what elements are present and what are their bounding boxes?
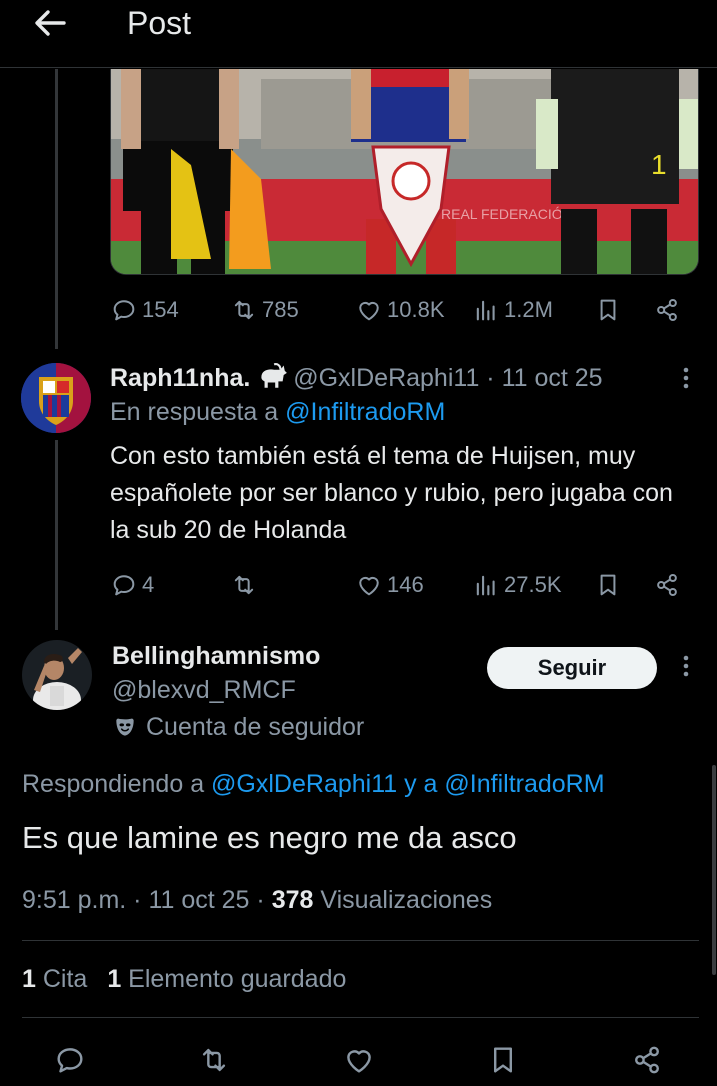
reply-date[interactable]: 11 oct 25 [502, 364, 603, 392]
svg-text:1: 1 [651, 149, 667, 180]
views-icon [476, 300, 495, 321]
views-count: 1.2M [504, 297, 553, 322]
fan-account-label: Cuenta de seguidor [146, 712, 365, 741]
original-action-bar: 154 785 10.8K 1.2M [0, 290, 717, 330]
repost-icon [202, 1048, 226, 1072]
like-icon [359, 577, 379, 596]
page-title: Post [127, 5, 192, 41]
share-icon [657, 298, 677, 322]
share-button[interactable] [625, 1038, 669, 1082]
svg-text:REAL FEDERACIÓN: REAL FEDERACIÓN [441, 206, 573, 222]
post-stats: 1 Cita 1 Elemento guardado [22, 961, 346, 997]
share-button[interactable] [653, 290, 681, 330]
reply-button[interactable]: 4 [110, 565, 154, 605]
main-more-button[interactable] [676, 652, 696, 688]
repost-count: 785 [262, 297, 299, 322]
reply-author-handle[interactable]: @GxlDeRaphi11 [293, 364, 479, 392]
main-author-name[interactable]: Bellinghamnismo [112, 640, 320, 672]
views-count: 378 [271, 886, 314, 914]
more-icon [683, 655, 689, 677]
reply-author-avatar[interactable] [21, 363, 91, 433]
like-icon [347, 1050, 371, 1073]
reply-icon [113, 300, 135, 321]
repost-button[interactable] [230, 565, 258, 605]
bookmark-button[interactable] [594, 565, 622, 605]
bookmark-icon [600, 299, 616, 321]
views-button[interactable]: 1.2M [472, 290, 553, 330]
top-bar: Post [0, 0, 717, 68]
share-icon [657, 573, 677, 597]
reply-context: En respuesta a @InfiltradoRM [110, 398, 446, 426]
reply-button[interactable]: 154 [110, 290, 179, 330]
bookmark-icon [494, 1047, 512, 1073]
reply-icon [57, 1048, 83, 1073]
scrollbar[interactable] [712, 765, 716, 975]
reply-text: Con esto también está el tema de Huijsen… [110, 442, 673, 544]
post-media-image[interactable]: REAL FEDERACIÓN 1 [110, 69, 699, 275]
more-icon [683, 367, 689, 389]
main-author-avatar[interactable] [22, 640, 92, 710]
share-icon [635, 1046, 659, 1074]
replying-to-link[interactable]: @InfiltradoRM [285, 398, 445, 426]
back-arrow-icon [35, 10, 66, 36]
like-count: 146 [387, 572, 424, 597]
responding-to: Respondiendo a @GxlDeRaphi11 y a @Infilt… [22, 770, 605, 798]
reply-more-button[interactable] [676, 364, 696, 400]
bookmarks-stat[interactable]: 1 Elemento guardado [107, 965, 346, 993]
divider [22, 1017, 699, 1018]
post-date[interactable]: 11 oct 25 [148, 886, 249, 914]
main-author-handle[interactable]: @blexvd_RMCF [112, 673, 296, 707]
like-button[interactable]: 10.8K [355, 290, 445, 330]
like-button[interactable]: 146 [355, 565, 424, 605]
follow-button[interactable]: Seguir [487, 647, 657, 689]
reply-count: 4 [142, 572, 155, 597]
divider [22, 940, 699, 941]
football-photo: REAL FEDERACIÓN 1 [111, 69, 698, 274]
like-icon [359, 302, 379, 321]
repost-icon [234, 575, 254, 595]
views-label: Visualizaciones [313, 886, 493, 914]
post-meta: 9:51 p.m. · 11 oct 25 · 378 Visualizacio… [22, 886, 493, 914]
fc-barcelona-crest-avatar [21, 363, 91, 433]
like-button[interactable] [337, 1038, 381, 1082]
responding-to-user1[interactable]: @GxlDeRaphi11 [211, 770, 397, 798]
responding-to-user2[interactable]: @InfiltradoRM [444, 770, 604, 798]
bookmark-button[interactable] [481, 1038, 525, 1082]
like-count: 10.8K [387, 297, 445, 322]
repost-button[interactable] [192, 1038, 236, 1082]
fan-account-badge: Cuenta de seguidor [112, 710, 364, 744]
share-button[interactable] [653, 565, 681, 605]
views-count: 27.5K [504, 572, 562, 597]
main-post-text: Es que lamine es negro me da asco [22, 820, 517, 855]
reply-button[interactable] [48, 1038, 92, 1082]
reply-count: 154 [142, 297, 179, 322]
main-action-bar [0, 1038, 717, 1082]
bookmark-button[interactable] [594, 290, 622, 330]
fan-mask-icon [116, 718, 134, 736]
post-time[interactable]: 9:51 p.m. [22, 886, 126, 914]
reply-author-name[interactable]: Raph11nha. [110, 364, 250, 392]
back-button[interactable] [30, 6, 70, 40]
reply-action-bar: 4 146 27.5K [0, 565, 717, 605]
goat-emoji-icon [261, 363, 287, 388]
player-photo-avatar [22, 640, 92, 710]
bookmark-icon [600, 574, 616, 596]
repost-button[interactable]: 785 [230, 290, 299, 330]
repost-icon [234, 300, 254, 320]
reply-icon [113, 575, 135, 596]
quotes-stat[interactable]: 1 Cita [22, 965, 87, 993]
views-button[interactable]: 27.5K [472, 565, 562, 605]
views-icon [476, 575, 495, 596]
